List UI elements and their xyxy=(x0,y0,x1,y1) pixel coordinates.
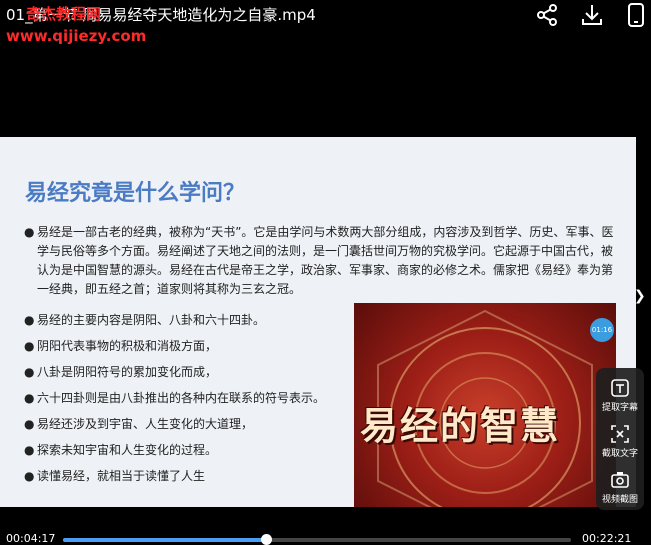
phone-icon[interactable] xyxy=(623,2,649,28)
camera-icon xyxy=(611,472,629,488)
slide-title: 易经究竟是什么学问？ xyxy=(25,181,246,206)
bullet-list: ● 易经的主要内容是阴阳、八卦和六十四卦。 ● 阴阳代表事物的积极和消极方面， ● 八… xyxy=(24,307,325,489)
watermark-url: www.qijiezy.com xyxy=(6,27,147,45)
slide-paragraph: ● 易经是一部古老的经典，被称为“天书”。它是由学问与术数两大部分组成，内容涉及… xyxy=(24,223,614,299)
video-frame-slide: 易经究竟是什么学问？ ● 易经是一部古老的经典，被称为“天书”。它是由学问与术数… xyxy=(0,137,636,507)
capture-text-button[interactable]: 截取文字 xyxy=(596,420,644,464)
promo-image: 易经的智慧 xyxy=(354,303,616,507)
total-time: 00:22:21 xyxy=(582,532,632,545)
extract-subtitle-icon xyxy=(611,379,629,397)
list-item: ● 八卦是阴阳符号的累加变化而成， xyxy=(24,365,218,379)
download-icon[interactable] xyxy=(579,2,605,28)
list-item: ● 易经还涉及到宇宙、人生变化的大道理， xyxy=(24,417,254,431)
progress-fill xyxy=(63,538,267,542)
timestamp-badge[interactable]: 01:16 xyxy=(590,318,614,342)
side-tool-panel: 提取字幕 截取文字 视频截图 xyxy=(596,368,644,510)
bullet: ● xyxy=(24,225,35,239)
watermark-name: 奇杰教程网 xyxy=(26,5,102,23)
list-item: ● 探索未知宇宙和人生变化的过程。 xyxy=(24,443,218,457)
current-time: 00:04:17 xyxy=(6,532,56,545)
next-arrow-icon[interactable]: ❯ xyxy=(634,288,646,304)
list-item: ● 读懂易经，就相当于读懂了人生 xyxy=(24,469,206,483)
progress-thumb[interactable] xyxy=(261,534,273,545)
capture-text-icon xyxy=(611,425,629,443)
list-item: ● 六十四卦则是由八卦推出的各种内在联系的符号表示。 xyxy=(24,391,326,405)
list-item: ● 易经的主要内容是阴阳、八卦和六十四卦。 xyxy=(24,313,266,327)
extract-subtitle-button[interactable]: 提取字幕 xyxy=(596,374,644,418)
list-item: ● 阴阳代表事物的积极和消极方面， xyxy=(24,339,218,353)
paragraph-text: 易经是一部古老的经典，被称为“天书”。它是由学问与术数两大部分组成，内容涉及到哲… xyxy=(37,225,614,296)
player-controls: 00:04:17 00:22:21 xyxy=(0,510,651,545)
progress-bar[interactable] xyxy=(63,534,571,545)
share-icon[interactable] xyxy=(534,2,560,28)
promo-title: 易经的智慧 xyxy=(360,403,561,448)
video-screenshot-button[interactable]: 视频截图 xyxy=(596,466,644,510)
